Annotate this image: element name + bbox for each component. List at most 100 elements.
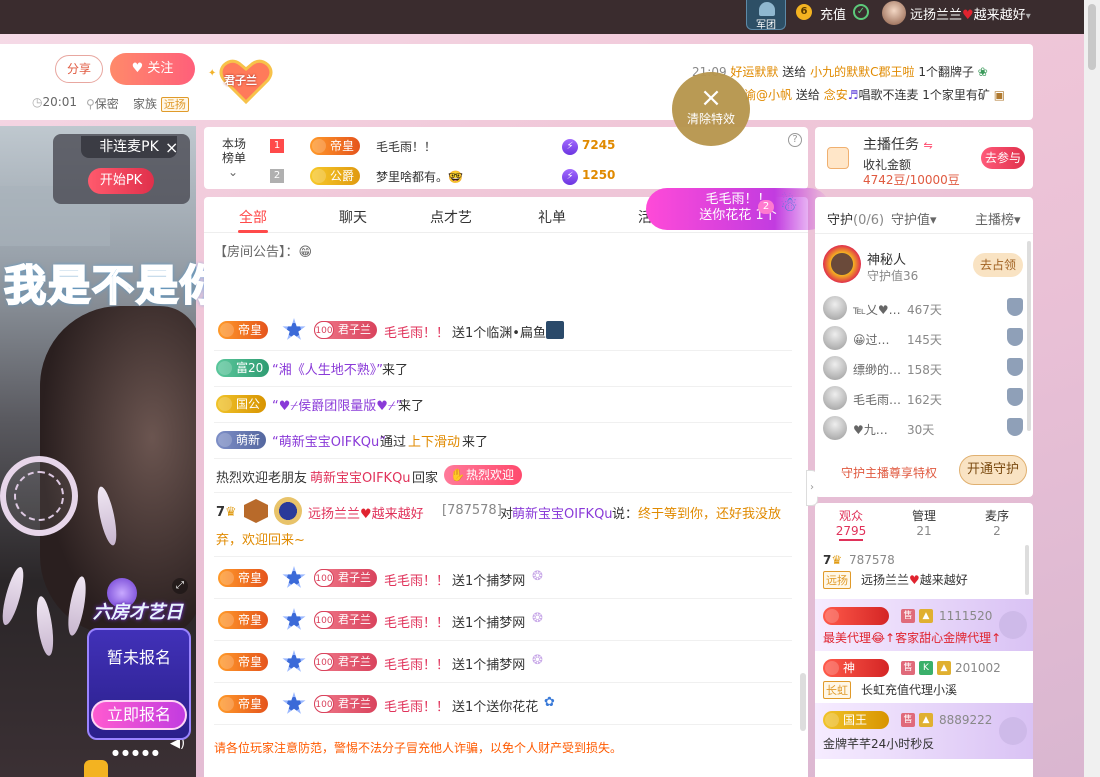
user-id: 787578 bbox=[849, 553, 895, 567]
lightning-icon: ⚡ bbox=[562, 139, 578, 155]
username[interactable]: 远扬兰兰♥越来越好▾ bbox=[910, 4, 1031, 23]
guard-scrollbar[interactable] bbox=[1027, 241, 1031, 431]
clear-effects-button[interactable]: × 清除特效 bbox=[672, 72, 750, 146]
audience-row[interactable]: 7♛ 787578 远扬 远扬兰兰♥越来越好 bbox=[815, 543, 1033, 599]
dreamcatcher-gift-icon: ❂ bbox=[532, 569, 543, 584]
sender-name[interactable]: 毛毛雨！！ bbox=[384, 696, 449, 715]
sender-name[interactable]: 毛毛雨！！ bbox=[384, 654, 449, 673]
chat-scrollbar[interactable] bbox=[800, 673, 806, 731]
tab-audience[interactable]: 观众 2795 bbox=[815, 509, 887, 539]
user-avatar[interactable] bbox=[882, 1, 906, 25]
user-name[interactable]: “♥⌿侯爵团限量版♥⌿” bbox=[272, 395, 402, 414]
help-icon[interactable]: ? bbox=[788, 133, 802, 147]
tab-gifts[interactable]: 礼单 bbox=[538, 207, 566, 227]
swipe-link[interactable]: 上下滑动 bbox=[408, 431, 460, 450]
tab-chat[interactable]: 聊天 bbox=[339, 207, 367, 227]
close-icon[interactable]: × bbox=[165, 138, 178, 157]
talent-day-promo: 六房才艺日 暂未报名 立即报名 bbox=[83, 578, 193, 744]
target-user[interactable]: 萌新宝宝OIFKQu bbox=[512, 503, 613, 522]
shield-icon bbox=[1007, 418, 1023, 436]
location: ⚲保密 bbox=[86, 97, 119, 111]
user-name[interactable]: 金牌芊芊24小时秒反 bbox=[823, 735, 934, 752]
user-name[interactable]: 萌新宝宝OIFKQu bbox=[310, 467, 411, 486]
guard-row[interactable]: 毛毛雨… 162天 bbox=[823, 383, 1029, 413]
medal-newbie: 萌新 bbox=[216, 431, 267, 449]
sender-name[interactable]: 毛毛雨！！ bbox=[384, 612, 449, 631]
rank-name[interactable]: 梦里啥都有。🤓 bbox=[376, 168, 463, 185]
tab-all[interactable]: 全部 bbox=[239, 207, 267, 227]
star-badge-icon bbox=[282, 318, 306, 340]
signup-button[interactable]: 立即报名 bbox=[91, 700, 187, 730]
start-pk-button[interactable]: 开始PK bbox=[88, 168, 154, 194]
medal-duke: 公爵 bbox=[310, 167, 361, 185]
sender-name[interactable]: 毛毛雨！！ bbox=[384, 322, 449, 341]
audience-row[interactable]: 神 售 K ▲ 201002 长虹 长虹充值代理小溪 bbox=[815, 651, 1033, 703]
occupy-button[interactable]: 去占领 bbox=[973, 253, 1023, 277]
share-button[interactable]: 分享 bbox=[55, 55, 103, 83]
rank-name[interactable]: 毛毛雨！！ bbox=[376, 138, 436, 155]
user-name[interactable]: 长虹充值代理小溪 bbox=[861, 681, 957, 698]
badge-icon: K bbox=[919, 661, 933, 675]
sender-name[interactable]: 毛毛雨！！ bbox=[384, 570, 449, 589]
dreamcatcher-gift-icon: ❂ bbox=[532, 611, 543, 626]
user-id: 1111520 bbox=[939, 609, 993, 623]
chat-message: 萌新 “萌新宝宝OIFKQu” 通过 上下滑动 来了 bbox=[214, 423, 792, 459]
chevron-down-icon[interactable]: ⌄ bbox=[222, 165, 238, 179]
ranking-label[interactable]: 本场 榜单 ⌄ bbox=[222, 137, 246, 179]
guard-avatar[interactable] bbox=[823, 245, 861, 283]
medal-emperor: 帝皇 bbox=[218, 611, 269, 629]
audience-scrollbar[interactable] bbox=[1025, 545, 1029, 595]
tab-talent[interactable]: 点才艺 bbox=[430, 207, 472, 227]
user-name[interactable]: 最美代理😂↑客家甜心金牌代理↑ bbox=[823, 629, 1001, 646]
pk-title: 非连麦PK bbox=[81, 136, 177, 158]
chat-panel: 全部 聊天 点才艺 礼单 活 【房间公告】：😁 帝皇 100 君子兰 毛毛雨！！ … bbox=[204, 197, 808, 777]
streamer-task: 主播任务 ⇋ 收礼金额 4742豆/10000豆 去参与 bbox=[815, 127, 1033, 189]
family[interactable]: 家族 远扬 bbox=[133, 95, 189, 112]
gift-icon: ❀ bbox=[977, 65, 988, 79]
tab-guard[interactable]: 守护(0/6) bbox=[827, 209, 884, 228]
user-level: 7♛ bbox=[216, 505, 237, 520]
family-tag: 远扬 bbox=[823, 571, 851, 589]
task-icon bbox=[827, 147, 849, 169]
crown-icon: ♛ bbox=[831, 553, 843, 567]
recharge-link[interactable]: 充值 bbox=[820, 4, 846, 23]
check-icon[interactable]: ✓ bbox=[853, 4, 869, 20]
guard-row[interactable]: ℡乂♥… 467天 bbox=[823, 293, 1029, 323]
level-badge: 100 君子兰 bbox=[314, 569, 377, 587]
tab-mic-queue[interactable]: 麦序 2 bbox=[961, 509, 1033, 539]
guard-privilege-link[interactable]: 守护主播尊享特权 bbox=[841, 464, 937, 481]
audience-panel: 观众 2795 管理 21 麦序 2 7♛ 787578 远扬 远扬兰兰♥越来越好 售… bbox=[815, 503, 1033, 777]
audience-row[interactable]: 国王 售 ▲ 8889222 金牌芊芊24小时秒反 bbox=[815, 703, 1033, 759]
user-name[interactable]: “萌新宝宝OIFKQu” bbox=[272, 431, 386, 450]
warm-welcome-button[interactable]: ✋ 热烈欢迎 bbox=[444, 465, 523, 485]
user-menu-caret[interactable]: ▾ bbox=[1026, 11, 1031, 22]
guard-row[interactable]: 缥缈的… 158天 bbox=[823, 353, 1029, 383]
scrollbar-thumb[interactable] bbox=[1088, 4, 1096, 70]
user-name[interactable]: “湘《人生地不熟》” bbox=[272, 359, 383, 378]
user-id: [787578] bbox=[442, 503, 502, 518]
tab-guard-value[interactable]: 守护值▾ bbox=[891, 209, 937, 228]
user-name[interactable]: 远扬兰兰♥越来越好 bbox=[308, 503, 424, 522]
carousel-dots[interactable]: ●●●●● bbox=[112, 748, 162, 757]
page-scrollbar[interactable] bbox=[1084, 0, 1100, 777]
family-tag: 长虹 bbox=[823, 681, 851, 699]
medal-emperor: 帝皇 bbox=[218, 653, 269, 671]
tab-host-rank[interactable]: 主播榜▾ bbox=[975, 209, 1021, 228]
tab-admin[interactable]: 管理 21 bbox=[888, 509, 960, 539]
message-text: 弃，欢迎回来~ bbox=[216, 533, 305, 548]
medal-emperor: 帝皇 bbox=[310, 137, 361, 155]
active-tab-indicator bbox=[238, 230, 268, 233]
user-name[interactable]: 远扬兰兰♥越来越好 bbox=[861, 571, 968, 588]
army-button[interactable]: 军团 bbox=[746, 0, 786, 31]
shield-icon bbox=[1007, 358, 1023, 376]
guard-row[interactable]: ♥九… 30天 bbox=[823, 413, 1029, 443]
join-task-button[interactable]: 去参与 bbox=[981, 147, 1025, 169]
audience-row[interactable]: 售 ▲ 1111520 最美代理😂↑客家甜心金牌代理↑ bbox=[815, 599, 1033, 651]
gift-text: 送1个临渊•扁鱼 bbox=[452, 326, 546, 341]
guard-row[interactable]: 😀过… 145天 bbox=[823, 323, 1029, 353]
follow-button[interactable]: ♥ 关注 bbox=[110, 53, 195, 85]
shield-icon bbox=[1007, 388, 1023, 406]
open-guard-button[interactable]: 开通守护 bbox=[959, 455, 1027, 485]
guard-top-name[interactable]: 神秘人 bbox=[867, 249, 906, 268]
lightning-icon: ⚡ bbox=[562, 169, 578, 185]
